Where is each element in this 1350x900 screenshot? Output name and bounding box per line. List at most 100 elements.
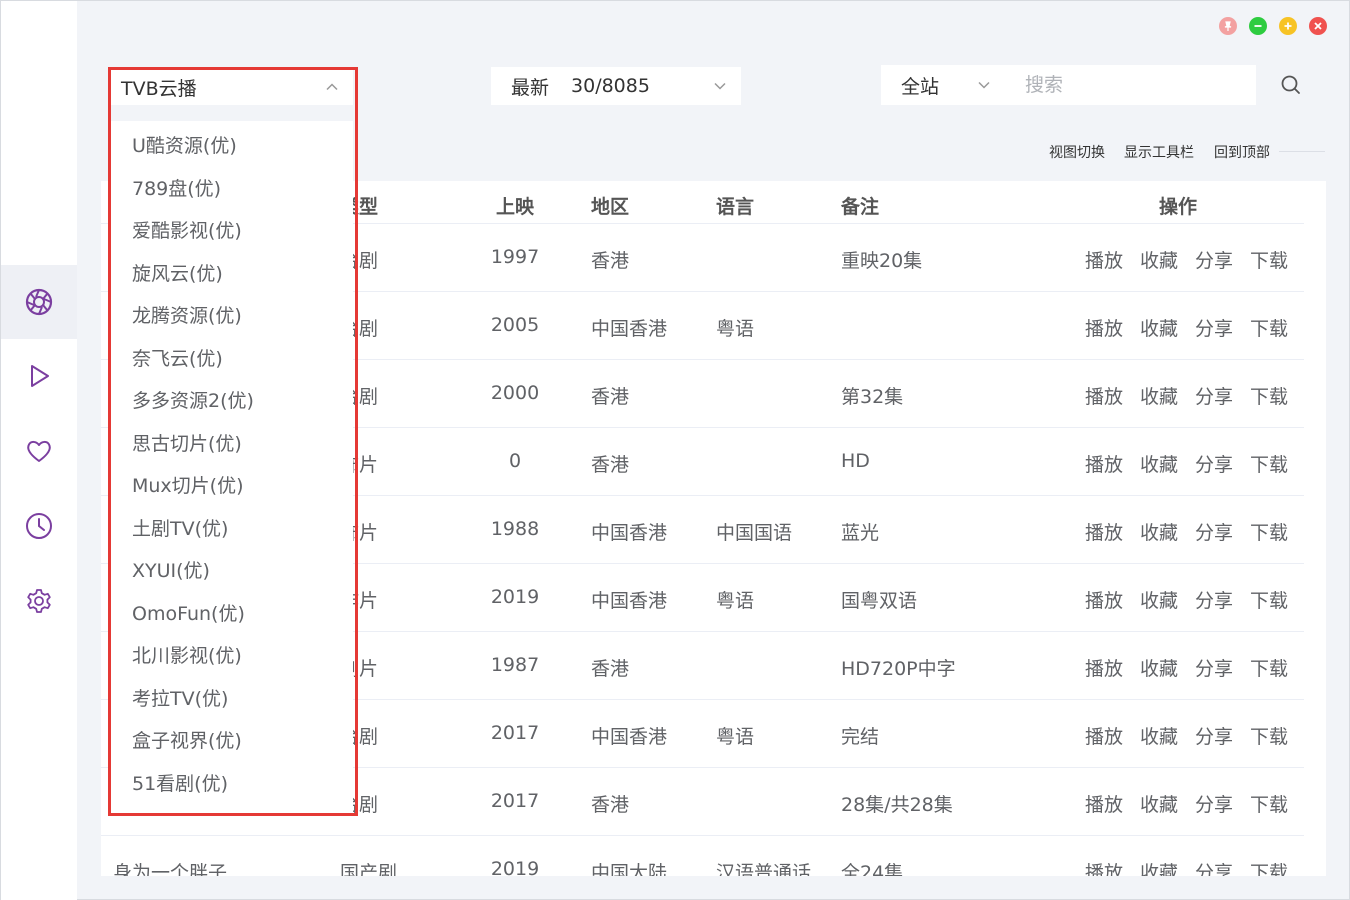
share-button[interactable]: 分享 [1195,314,1233,341]
play-button[interactable]: 播放 [1085,654,1123,681]
download-button[interactable]: 下载 [1250,790,1288,817]
source-dropdown: U酷资源(优) 789盘(优) 爱酷影视(优) 旋风云(优) 龙腾资源(优) 奈飞云(优)… [111,121,353,813]
download-button[interactable]: 下载 [1250,654,1288,681]
source-option[interactable]: 51看剧(优) [132,769,228,796]
minimize-icon [1254,25,1262,27]
cell-note: 完结 [841,726,880,748]
favorite-button[interactable]: 收藏 [1140,518,1178,545]
favorite-button[interactable]: 收藏 [1140,858,1178,876]
favorite-button[interactable]: 收藏 [1140,722,1178,749]
source-option[interactable]: 考拉TV(优) [132,684,228,711]
favorite-button[interactable]: 收藏 [1140,790,1178,817]
cell-region: 香港 [591,386,630,408]
source-option[interactable]: Mux切片(优) [132,471,244,498]
sidebar-item-history[interactable] [1,489,77,563]
favorite-button[interactable]: 收藏 [1140,382,1178,409]
cell-region: 中国香港 [591,318,668,340]
cell-region: 中国大陆 [591,862,668,876]
download-button[interactable]: 下载 [1250,246,1288,273]
cell-year: 1988 [490,518,540,540]
sidebar-item-favorites[interactable] [1,414,77,488]
play-button[interactable]: 播放 [1085,858,1123,876]
share-button[interactable]: 分享 [1195,518,1233,545]
source-option[interactable]: 思古切片(优) [132,429,242,456]
close-button[interactable] [1309,17,1327,35]
cell-region: 香港 [591,250,630,272]
cell-year: 2017 [490,790,540,812]
source-select[interactable]: TVB云播 [111,69,353,105]
pin-icon [1224,21,1232,31]
cell-region: 香港 [591,658,630,680]
view-switch-link[interactable]: 视图切换 [1049,142,1105,162]
maximize-button[interactable] [1279,17,1297,35]
search-icon[interactable] [1279,73,1303,97]
header-language: 语言 [716,196,755,218]
cell-language: 中国国语 [716,522,793,544]
play-button[interactable]: 播放 [1085,246,1123,273]
cell-note: 重映20集 [841,250,923,272]
sort-select[interactable]: 最新 30/8085 [491,67,741,105]
download-button[interactable]: 下载 [1250,586,1288,613]
header-note: 备注 [841,196,880,218]
scope-select[interactable]: 全站 [881,65,1005,105]
chevron-down-icon [978,81,990,89]
source-option[interactable]: 北川影视(优) [132,641,242,668]
download-button[interactable]: 下载 [1250,314,1288,341]
minimize-button[interactable] [1249,17,1267,35]
download-button[interactable]: 下载 [1250,450,1288,477]
play-button[interactable]: 播放 [1085,790,1123,817]
share-button[interactable]: 分享 [1195,722,1233,749]
play-button[interactable]: 播放 [1085,382,1123,409]
chevron-down-icon [714,82,726,90]
sidebar-item-play[interactable] [1,339,77,413]
source-option[interactable]: 旋风云(优) [132,259,223,286]
share-button[interactable]: 分享 [1195,790,1233,817]
favorite-button[interactable]: 收藏 [1140,314,1178,341]
play-button[interactable]: 播放 [1085,314,1123,341]
download-button[interactable]: 下载 [1250,858,1288,876]
source-option[interactable]: 龙腾资源(优) [132,301,242,328]
cell-year: 2019 [490,858,540,876]
source-option[interactable]: 789盘(优) [132,174,221,201]
cell-region: 中国香港 [591,590,668,612]
share-button[interactable]: 分享 [1195,586,1233,613]
share-button[interactable]: 分享 [1195,450,1233,477]
source-option[interactable]: 土剧TV(优) [132,514,228,541]
play-button[interactable]: 播放 [1085,722,1123,749]
source-option[interactable]: XYUI(优) [132,556,210,583]
source-option[interactable]: 多多资源2(优) [132,386,254,413]
download-button[interactable]: 下载 [1250,722,1288,749]
toolbar-divider [1279,151,1325,152]
download-button[interactable]: 下载 [1250,382,1288,409]
play-button[interactable]: 播放 [1085,450,1123,477]
cell-type: 国产剧 [340,862,398,876]
sidebar-item-settings[interactable] [1,564,77,638]
favorite-button[interactable]: 收藏 [1140,654,1178,681]
source-option[interactable]: 奈飞云(优) [132,344,223,371]
source-option[interactable]: 盒子视界(优) [132,726,242,753]
cell-region: 香港 [591,794,630,816]
search-input[interactable] [1005,65,1256,105]
share-button[interactable]: 分享 [1195,246,1233,273]
show-toolbar-link[interactable]: 显示工具栏 [1124,142,1194,162]
download-button[interactable]: 下载 [1250,518,1288,545]
cell-language: 汉语普通话 [716,862,812,876]
sidebar-item-film[interactable] [1,265,77,339]
source-option[interactable]: U酷资源(优) [132,131,237,158]
back-to-top-link[interactable]: 回到顶部 [1214,142,1270,162]
share-button[interactable]: 分享 [1195,654,1233,681]
favorite-button[interactable]: 收藏 [1140,586,1178,613]
aperture-icon [25,288,53,316]
clock-icon [26,513,52,539]
favorite-button[interactable]: 收藏 [1140,450,1178,477]
favorite-button[interactable]: 收藏 [1140,246,1178,273]
source-option[interactable]: 爱酷影视(优) [132,216,242,243]
pin-button[interactable] [1219,17,1237,35]
source-option[interactable]: OmoFun(优) [132,599,245,626]
share-button[interactable]: 分享 [1195,382,1233,409]
play-button[interactable]: 播放 [1085,518,1123,545]
play-button[interactable]: 播放 [1085,586,1123,613]
share-button[interactable]: 分享 [1195,858,1233,876]
table-row[interactable]: 身为一个胖子 国产剧 2019 中国大陆 汉语普通话 全24集 播放 收藏 分享 下载 [101,836,1304,876]
cell-region: 中国香港 [591,726,668,748]
